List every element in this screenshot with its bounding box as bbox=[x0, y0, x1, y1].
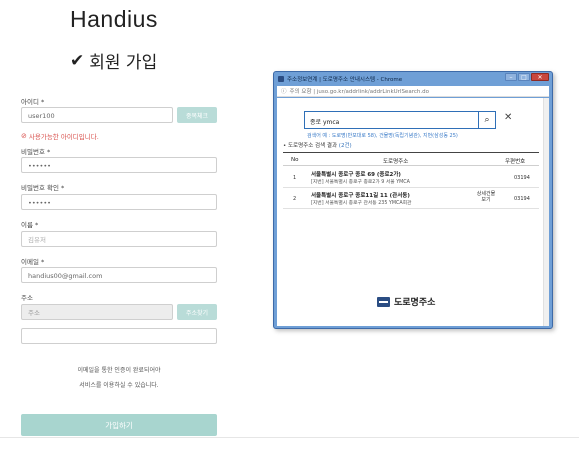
address-input[interactable]: 주소 bbox=[21, 304, 173, 320]
address-popup-window[interactable]: 주소정보연계 | 도로명주소 안내시스템 - Chrome – □ ✕ ⓘ 주의… bbox=[273, 71, 553, 329]
password-confirm-input[interactable]: •••••• bbox=[21, 194, 217, 210]
id-status-message: ⊘ 사용가능한 아이디입니다. bbox=[21, 132, 99, 141]
page-title: ✔ 회원 가입 bbox=[70, 48, 158, 74]
page-title-text: 회원 가입 bbox=[89, 53, 158, 73]
address-search-button[interactable]: 주소찾기 bbox=[177, 304, 217, 320]
footer-divider bbox=[0, 437, 579, 438]
road-address-logo: 도로명주소 bbox=[377, 295, 435, 308]
road-address-link[interactable]: 서울특별시 종로구 종로11길 11 (관서동) bbox=[311, 191, 410, 199]
maximize-icon[interactable]: □ bbox=[518, 73, 530, 81]
popup-content: 종로 ymca ⌕ ✕ 검색어 예 : 도로명(반포대로 58), 건물명(독립… bbox=[277, 98, 549, 326]
popup-title-text: 주소정보연계 | 도로명주소 안내시스템 - Chrome bbox=[287, 76, 403, 83]
name-input[interactable]: 김유저 bbox=[21, 231, 217, 247]
table-row[interactable]: 2 서울특별시 종로구 종로11길 11 (관서동) [지번] 서울특별시 종로… bbox=[283, 189, 539, 209]
error-circle-icon: ⊘ bbox=[21, 132, 27, 140]
address-detail-input[interactable] bbox=[21, 328, 217, 344]
result-count: • 도로명주소 검색 결과 (2건) bbox=[283, 143, 352, 149]
signup-submit-button[interactable]: 가입하기 bbox=[21, 414, 217, 436]
road-address-logo-icon bbox=[377, 296, 390, 307]
table-row[interactable]: 1 서울특별시 종로구 종로 69 (종로2가) [지번] 서울특별시 종로구 … bbox=[283, 168, 539, 188]
header-road-address: 도로명주소 bbox=[383, 159, 409, 165]
vertical-scrollbar[interactable] bbox=[543, 98, 549, 326]
password-confirm-label: 비밀번호 확인 * bbox=[21, 184, 65, 192]
address-bar[interactable]: ⓘ 주의 요함 | juso.go.kr/addrlink/addrLinkUr… bbox=[277, 86, 549, 97]
address-label: 주소 bbox=[21, 294, 33, 302]
notice-line-2: 서비스를 이용하실 수 있습니다. bbox=[79, 382, 159, 389]
building-detail-link[interactable]: 상세건물 보기 bbox=[475, 191, 497, 203]
id-input[interactable]: user100 bbox=[21, 107, 173, 123]
close-icon[interactable]: ✕ bbox=[504, 112, 512, 123]
email-input[interactable]: handius00@gmail.com bbox=[21, 267, 217, 283]
search-icon[interactable]: ⌕ bbox=[478, 112, 495, 128]
email-label: 이메일 * bbox=[21, 258, 45, 266]
road-address-search-input[interactable]: 종로 ymca bbox=[304, 111, 496, 129]
id-label: 아이디 * bbox=[21, 98, 45, 106]
app-icon bbox=[278, 75, 284, 82]
info-icon[interactable]: ⓘ bbox=[281, 87, 287, 95]
name-label: 이름 * bbox=[21, 221, 39, 229]
check-icon: ✔ bbox=[70, 50, 85, 71]
header-no: No bbox=[291, 157, 299, 163]
dup-check-button[interactable]: 중복체크 bbox=[177, 107, 217, 123]
notice-line-1: 이메일을 통한 인증이 완료되어야 bbox=[77, 367, 161, 374]
search-hint: 검색어 예 : 도로명(반포대로 58), 건물명(독립기념관), 지번(삼성동… bbox=[307, 133, 458, 139]
road-address-link[interactable]: 서울특별시 종로구 종로 69 (종로2가) bbox=[311, 170, 401, 178]
window-controls: – □ ✕ bbox=[505, 73, 549, 81]
close-icon[interactable]: ✕ bbox=[531, 73, 549, 81]
minimize-icon[interactable]: – bbox=[505, 73, 517, 81]
password-label: 비밀번호 * bbox=[21, 148, 51, 156]
header-zip: 우편번호 bbox=[505, 159, 526, 165]
password-input[interactable]: •••••• bbox=[21, 157, 217, 173]
address-bar-url: 주의 요함 | juso.go.kr/addrlink/addrLinkUrlS… bbox=[289, 89, 429, 95]
result-table-header: No 도로명주소 우편번호 bbox=[283, 152, 539, 166]
brand-logo: Handius bbox=[70, 6, 158, 32]
